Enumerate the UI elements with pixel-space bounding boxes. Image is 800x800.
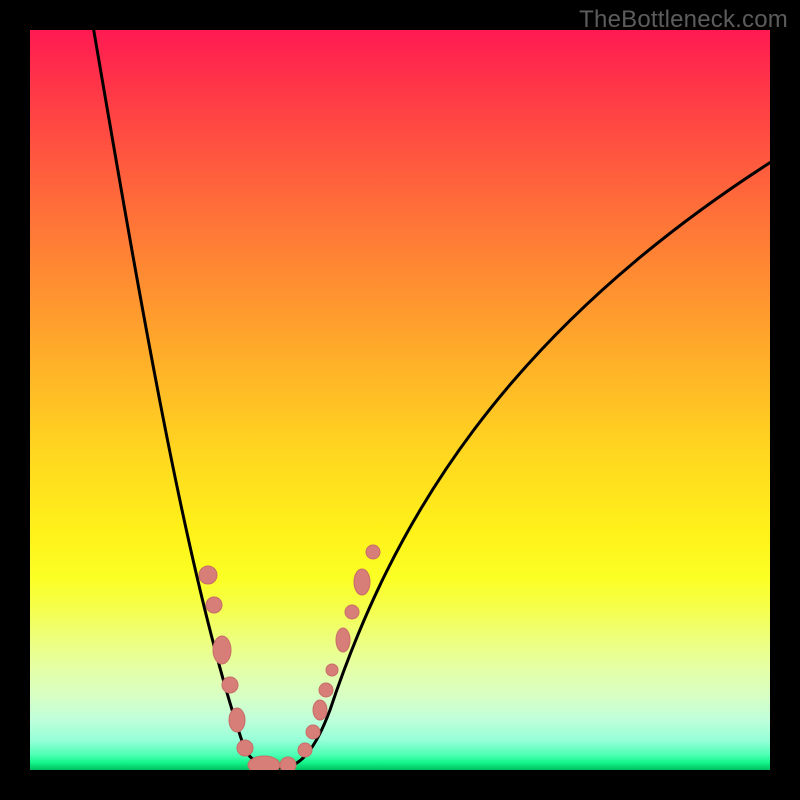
chart-marker [298, 743, 312, 757]
chart-marker [336, 628, 350, 652]
curve-left-branch [92, 30, 280, 768]
chart-marker [313, 700, 327, 720]
chart-marker [199, 566, 217, 584]
chart-svg [30, 30, 770, 770]
chart-markers-group [199, 545, 380, 770]
chart-marker [280, 757, 296, 770]
chart-marker [306, 725, 320, 739]
chart-plot-area [30, 30, 770, 770]
chart-marker [213, 636, 231, 664]
chart-marker [366, 545, 380, 559]
chart-marker [206, 597, 222, 613]
chart-marker [354, 569, 370, 595]
chart-marker [248, 756, 280, 770]
chart-marker [229, 708, 245, 732]
chart-marker [319, 683, 333, 697]
chart-marker [222, 677, 238, 693]
chart-marker [237, 740, 253, 756]
chart-marker [345, 605, 359, 619]
curve-right-branch [280, 150, 770, 768]
chart-marker [326, 664, 338, 676]
